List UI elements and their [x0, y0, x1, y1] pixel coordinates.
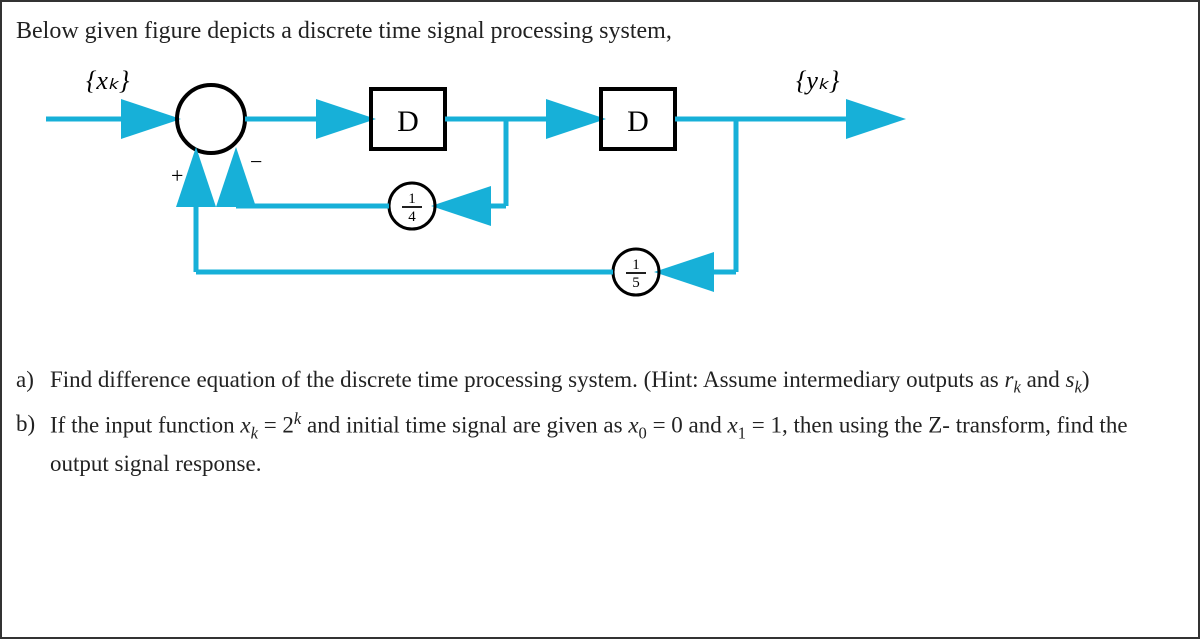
gain-fifth-den: 5: [632, 275, 640, 291]
qb-xk: x: [240, 413, 250, 438]
minus-sign: −: [250, 149, 262, 174]
plus-sign: +: [171, 163, 183, 188]
qb-2: and initial time signal are given as: [301, 413, 628, 438]
qb-1: If the input function: [50, 413, 240, 438]
question-b-body: If the input function xk = 2k and initia…: [50, 406, 1184, 482]
delay-label-2: D: [627, 105, 649, 138]
qb-eq1: = 2: [258, 413, 294, 438]
input-label: {xₖ}: [86, 66, 130, 95]
qb-x0: x: [628, 413, 638, 438]
question-b: b) If the input function xk = 2k and ini…: [16, 406, 1184, 482]
qb-eq0: = 0 and: [647, 413, 728, 438]
question-a-label: a): [16, 362, 50, 400]
questions-block: a) Find difference equation of the discr…: [16, 362, 1184, 482]
question-b-label: b): [16, 406, 50, 482]
qb-x0-sub: 0: [639, 424, 647, 443]
qb-x1: x: [728, 413, 738, 438]
qa-close: ): [1082, 367, 1090, 392]
diagram-svg: {xₖ} D D {yₖ} 1 4 − 1 5 +: [16, 57, 976, 317]
qa-text-1: Find difference equation of the discrete…: [50, 367, 1005, 392]
qb-xk-sub: k: [251, 424, 258, 443]
prompt-text: Below given figure depicts a discrete ti…: [16, 18, 1184, 45]
qa-rk-sub: k: [1013, 378, 1020, 397]
delay-label-1: D: [397, 105, 419, 138]
output-label: {yₖ}: [796, 66, 840, 95]
gain-quarter-num: 1: [408, 191, 416, 207]
block-diagram: {xₖ} D D {yₖ} 1 4 − 1 5 +: [16, 57, 1184, 322]
question-a-body: Find difference equation of the discrete…: [50, 362, 1184, 400]
qa-mid: and: [1021, 367, 1066, 392]
qa-sk-sub: k: [1074, 378, 1081, 397]
qb-x1-sub: 1: [738, 424, 746, 443]
gain-fifth-num: 1: [632, 257, 640, 273]
question-a: a) Find difference equation of the discr…: [16, 362, 1184, 400]
gain-quarter-den: 4: [408, 209, 416, 225]
summing-junction: [177, 85, 245, 153]
